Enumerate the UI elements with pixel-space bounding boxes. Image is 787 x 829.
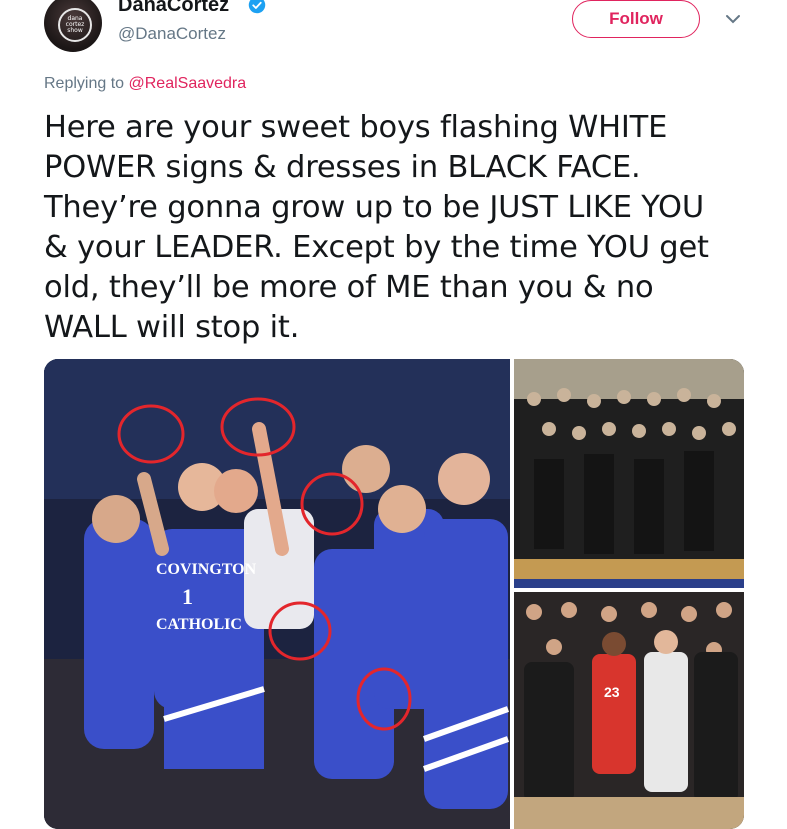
jersey-text-name: CATHOLIC xyxy=(156,616,242,633)
game-illustration: 23 xyxy=(514,592,744,829)
replying-to-label: Replying to xyxy=(44,75,129,92)
photo-players[interactable]: COVINGTON 1 CATHOLIC xyxy=(44,359,510,829)
tweet-text: Here are your sweet boys flashing WHITE … xyxy=(44,110,709,345)
avatar-logo: dana cortez show xyxy=(58,8,92,42)
media-grid: COVINGTON 1 CATHOLIC 23 xyxy=(44,359,744,829)
chevron-down-icon[interactable] xyxy=(724,12,742,26)
jersey-number-text: 23 xyxy=(604,684,620,700)
photo-crowd[interactable] xyxy=(514,359,744,588)
replying-to: Replying to @RealSaavedra xyxy=(44,75,246,93)
players-illustration: COVINGTON 1 CATHOLIC xyxy=(44,359,510,829)
jersey-text-number: 1 xyxy=(182,584,193,609)
user-handle[interactable]: @DanaCortez xyxy=(118,24,226,44)
jersey-text-school: COVINGTON xyxy=(156,561,257,578)
avatar-logo-text: dana cortez show xyxy=(65,15,85,34)
crowd-illustration xyxy=(514,359,744,588)
reply-mention-link[interactable]: @RealSaavedra xyxy=(129,75,247,92)
verified-badge-icon xyxy=(248,0,266,14)
follow-button[interactable]: Follow xyxy=(572,0,700,38)
photo-game[interactable]: 23 xyxy=(514,592,744,829)
display-name[interactable]: DanaCortez xyxy=(118,0,229,17)
avatar[interactable]: dana cortez show xyxy=(44,0,102,52)
